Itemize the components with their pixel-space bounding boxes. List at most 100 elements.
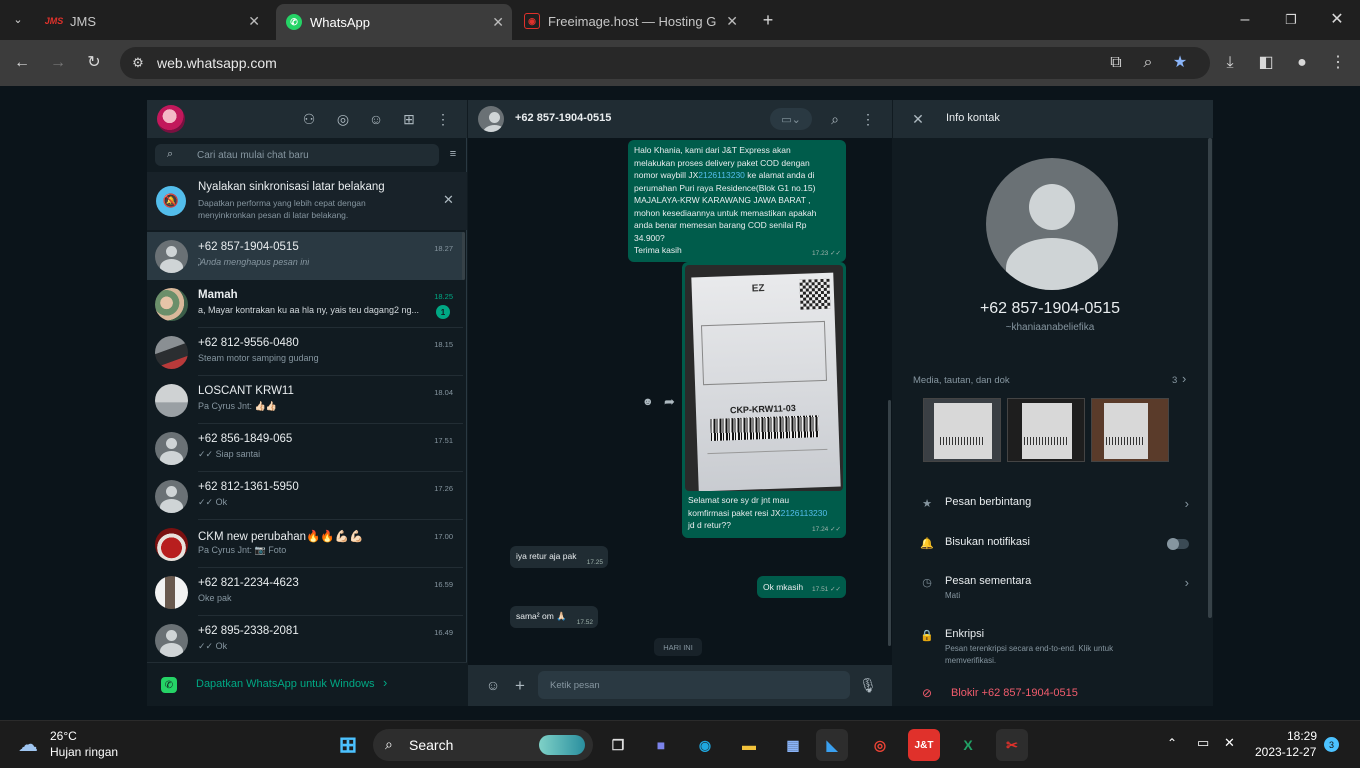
menu-icon[interactable]: ⋮ (858, 111, 878, 128)
tab-jms[interactable]: JMS JMS ✕ (36, 6, 268, 36)
forward-icon[interactable]: ➦ (664, 394, 675, 410)
chat-list-item[interactable]: +62 856-1849-065 ✓✓ Siap santai 17.51 (147, 424, 463, 472)
sync-notice[interactable]: 🔕 Nyalakan sinkronisasi latar belakang D… (147, 172, 467, 230)
minimize-icon[interactable]: – (1235, 12, 1255, 28)
chat-list-item[interactable]: +62 812-1361-5950 ✓✓ Ok 17.26 (147, 472, 463, 520)
teams-icon[interactable]: ■ (645, 729, 677, 761)
starred-messages-row[interactable]: ★ Pesan berbintang › (893, 486, 1207, 524)
menu-icon[interactable]: ⋮ (433, 111, 453, 128)
download-icon[interactable]: ⤓ (1220, 55, 1240, 71)
my-avatar[interactable] (157, 105, 185, 133)
media-thumbnail[interactable] (1007, 398, 1085, 462)
get-windows-link[interactable]: Dapatkan WhatsApp untuk Windows (196, 678, 375, 690)
mute-toggle[interactable] (1167, 538, 1189, 550)
chrome-icon[interactable]: ◎ (864, 729, 896, 761)
package-photo[interactable]: EZ CKP-KRW11-03 (685, 265, 843, 491)
communities-icon[interactable]: ⚇ (299, 111, 319, 128)
new-chat-icon[interactable]: ⊞ (399, 111, 419, 128)
close-icon[interactable]: ✕ (908, 111, 928, 128)
open-in-app-icon[interactable]: ⧉ (1106, 55, 1126, 71)
calculator-icon[interactable]: ▦ (777, 729, 809, 761)
window-close-icon[interactable]: ✕ (1327, 12, 1347, 28)
profile-icon[interactable]: ● (1292, 55, 1312, 71)
tab-whatsapp[interactable]: ✆ WhatsApp ✕ (276, 4, 512, 40)
contact-name[interactable]: +62 857-1904-0515 (515, 112, 611, 124)
disappearing-messages-row[interactable]: ◷ Pesan sementara Mati › (893, 565, 1207, 609)
tab-freeimage[interactable]: ◉ Freeimage.host — Hosting Gam ✕ (514, 6, 746, 36)
video-call-icon[interactable]: ▭⌄ (770, 108, 812, 130)
media-label[interactable]: Media, tautan, dan dok (913, 375, 1010, 386)
back-icon[interactable]: ← (12, 55, 32, 71)
new-tab-icon[interactable]: + (758, 11, 778, 29)
emoji-react-icon[interactable]: ☻ (642, 396, 654, 408)
forward-icon[interactable]: → (48, 55, 68, 71)
chat-list-item[interactable]: LOSCANT KRW11 Pa Cyrus Jnt: 👍🏻👍🏻 18.04 (147, 376, 463, 424)
media-thumbnail[interactable] (1091, 398, 1169, 462)
site-info-icon[interactable]: ⚙ (128, 55, 148, 71)
conversation-scrollbar[interactable] (888, 400, 891, 646)
volume-muted-icon[interactable]: ✕ (1224, 735, 1235, 751)
encryption-row[interactable]: 🔒 Enkripsi Pesan terenkripsi secara end-… (893, 618, 1207, 666)
app-icon[interactable]: ◣ (816, 729, 848, 761)
media-count[interactable]: 3 (1172, 375, 1177, 386)
task-view-icon[interactable]: ❐ (602, 729, 634, 761)
weather-temp[interactable]: 26°C (50, 729, 77, 743)
close-icon[interactable]: ✕ (248, 13, 260, 30)
chat-list-item[interactable]: +62 857-1904-0515 ⃠ Anda menghapus pesan… (147, 232, 463, 280)
taskbar-search[interactable]: ⌕ Search (373, 729, 593, 761)
weather-rain-icon[interactable]: ☁ (18, 732, 44, 756)
close-icon[interactable]: ✕ (443, 192, 454, 208)
menu-icon[interactable]: ⋮ (1328, 55, 1348, 71)
info-scrollbar[interactable] (1208, 138, 1212, 618)
bookmark-star-icon[interactable]: ★ (1170, 55, 1190, 71)
address-bar[interactable]: ⚙ web.whatsapp.com ⧉ ⌕ ★ (120, 47, 1210, 79)
chat-list-scrollbar[interactable] (462, 232, 465, 280)
channels-icon[interactable]: ☺ (366, 111, 386, 127)
outgoing-message[interactable]: Ok mkasih 17.51 ✓✓ (757, 576, 846, 598)
chat-list-item[interactable]: +62 895-2338-2081 ✓✓ Ok 16.49 (147, 616, 463, 664)
search-input[interactable]: ⌕ Cari atau mulai chat baru (155, 144, 439, 166)
incoming-message[interactable]: sama² om 🙏🏻 17.52 (510, 606, 598, 628)
close-icon[interactable]: ✕ (492, 14, 504, 31)
chat-list-item[interactable]: +62 821-2234-4623 Oke pak 16.59 (147, 568, 463, 616)
chat-list-item[interactable]: +62 812-9556-0480 Steam motor samping gu… (147, 328, 463, 376)
network-icon[interactable]: ▭ (1197, 735, 1209, 751)
outgoing-message[interactable]: Halo Khania, kami dari J&T Express akan … (628, 140, 846, 262)
clock-date[interactable]: 2023-12-27 (1255, 745, 1316, 759)
file-explorer-icon[interactable]: ▬ (733, 729, 765, 761)
emoji-icon[interactable]: ☺ (483, 677, 503, 693)
search-icon[interactable]: ⌕ (825, 111, 845, 128)
message-input[interactable]: Ketik pesan (538, 671, 850, 699)
clock-time[interactable]: 18:29 (1287, 729, 1317, 743)
contact-avatar[interactable] (478, 106, 504, 132)
restore-icon[interactable]: ❐ (1281, 12, 1301, 28)
microphone-icon[interactable]: 🎙 (858, 677, 878, 694)
attach-plus-icon[interactable]: + (510, 676, 530, 696)
incoming-message[interactable]: iya retur aja pak 17.25 (510, 546, 608, 568)
status-icon[interactable]: ◎ (333, 111, 353, 128)
outgoing-image-message[interactable]: EZ CKP-KRW11-03 Selamat sore sy dr jnt m… (682, 262, 846, 538)
edge-icon[interactable]: ◉ (689, 729, 721, 761)
close-icon[interactable]: ✕ (726, 13, 738, 30)
mute-notifications-row[interactable]: 🔔 Bisukan notifikasi (893, 526, 1207, 564)
conversation-header[interactable]: +62 857-1904-0515 ▭⌄ ⌕ ⋮ (468, 100, 892, 138)
tab-search-chevron-icon[interactable]: ⌄ (8, 12, 28, 28)
zoom-icon[interactable]: ⌕ (1138, 55, 1158, 71)
chevron-right-icon[interactable]: › (1182, 371, 1186, 386)
media-thumbnail[interactable] (923, 398, 1001, 462)
excel-icon[interactable]: X (952, 729, 984, 761)
chevron-up-icon[interactable]: ⌃ (1167, 736, 1177, 750)
block-contact-row[interactable]: ⊘ Blokir +62 857-1904-0515 (893, 680, 1207, 706)
jnt-app-icon[interactable]: J&T (908, 729, 940, 761)
contact-photo[interactable] (986, 158, 1118, 290)
side-panel-icon[interactable]: ◧ (1256, 55, 1276, 71)
waybill-link[interactable]: 2126113230 (781, 508, 828, 518)
reload-icon[interactable]: ↻ (84, 55, 104, 71)
get-whatsapp-windows-banner[interactable]: ✆ Dapatkan WhatsApp untuk Windows › (147, 662, 467, 706)
windows-start-icon[interactable]: ⊞ (332, 729, 364, 761)
waybill-link[interactable]: 2126113230 (698, 170, 745, 180)
snipping-tool-icon[interactable]: ✂ (996, 729, 1028, 761)
chat-list-item[interactable]: Mamah a, Mayar kontrakan ku aa hla ny, y… (147, 280, 463, 328)
filter-icon[interactable]: ≡ (443, 148, 463, 160)
notification-badge[interactable]: 3 (1324, 737, 1339, 752)
